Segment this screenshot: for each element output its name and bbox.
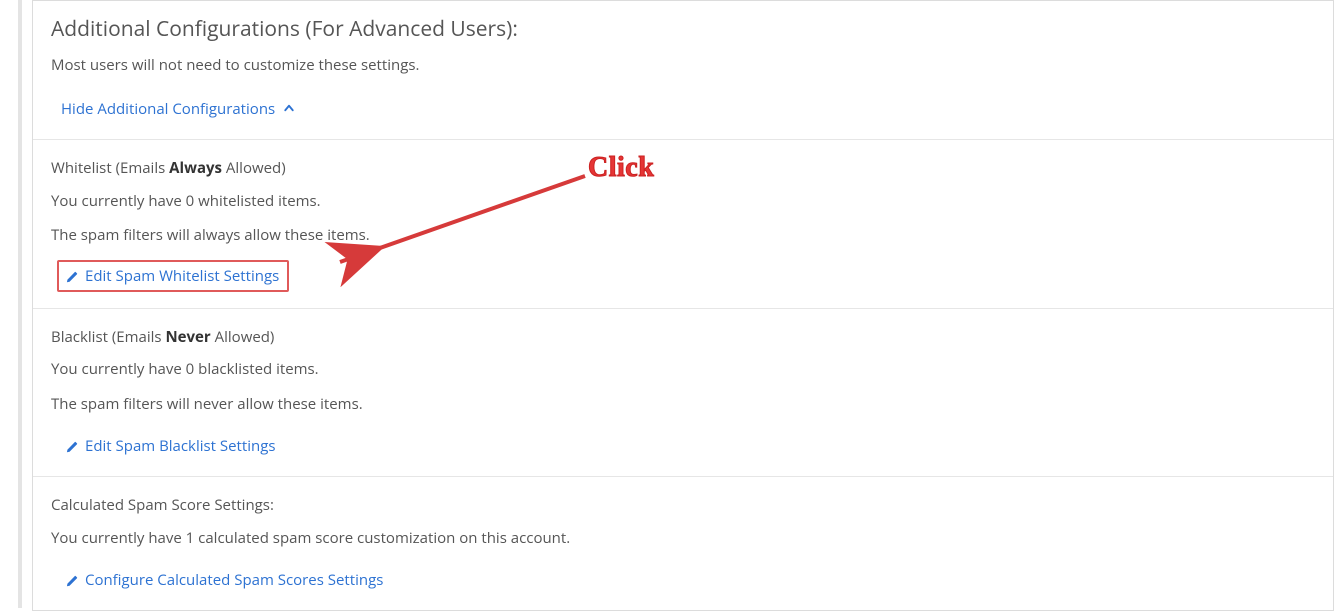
whitelist-title: Whitelist (Emails Always Allowed) — [51, 154, 1315, 183]
whitelist-section: Whitelist (Emails Always Allowed) You cu… — [33, 140, 1333, 309]
annotation-highlight-box: Edit Spam Whitelist Settings — [57, 260, 289, 292]
pencil-icon — [65, 573, 79, 587]
advanced-header-section: Additional Configurations (For Advanced … — [33, 1, 1333, 140]
whitelist-count: You currently have 0 whitelisted items. — [51, 187, 1315, 216]
blacklist-section: Blacklist (Emails Never Allowed) You cur… — [33, 309, 1333, 478]
advanced-config-panel: Additional Configurations (For Advanced … — [32, 0, 1334, 611]
pencil-icon — [65, 269, 79, 283]
chevron-up-icon — [283, 99, 295, 119]
whitelist-desc: The spam filters will always allow these… — [51, 221, 1315, 250]
configure-spam-scores-button[interactable]: Configure Calculated Spam Scores Setting… — [61, 566, 389, 594]
pencil-icon — [65, 439, 79, 453]
blacklist-title: Blacklist (Emails Never Allowed) — [51, 323, 1315, 352]
edit-blacklist-button[interactable]: Edit Spam Blacklist Settings — [61, 432, 282, 460]
edit-whitelist-button[interactable]: Edit Spam Whitelist Settings — [63, 264, 281, 288]
blacklist-desc: The spam filters will never allow these … — [51, 390, 1315, 419]
blacklist-count: You currently have 0 blacklisted items. — [51, 355, 1315, 384]
section-heading: Additional Configurations (For Advanced … — [51, 15, 1315, 43]
hide-additional-config-toggle[interactable]: Hide Additional Configurations — [61, 95, 295, 123]
toggle-label: Hide Additional Configurations — [61, 99, 275, 119]
spam-score-title: Calculated Spam Score Settings: — [51, 491, 1315, 520]
spam-score-count: You currently have 1 calculated spam sco… — [51, 524, 1315, 553]
section-subtitle: Most users will not need to customize th… — [51, 53, 1315, 77]
spam-score-section: Calculated Spam Score Settings: You curr… — [33, 477, 1333, 610]
edit-blacklist-label: Edit Spam Blacklist Settings — [85, 436, 276, 456]
configure-spam-scores-label: Configure Calculated Spam Scores Setting… — [85, 570, 383, 590]
edit-whitelist-label: Edit Spam Whitelist Settings — [85, 266, 279, 286]
